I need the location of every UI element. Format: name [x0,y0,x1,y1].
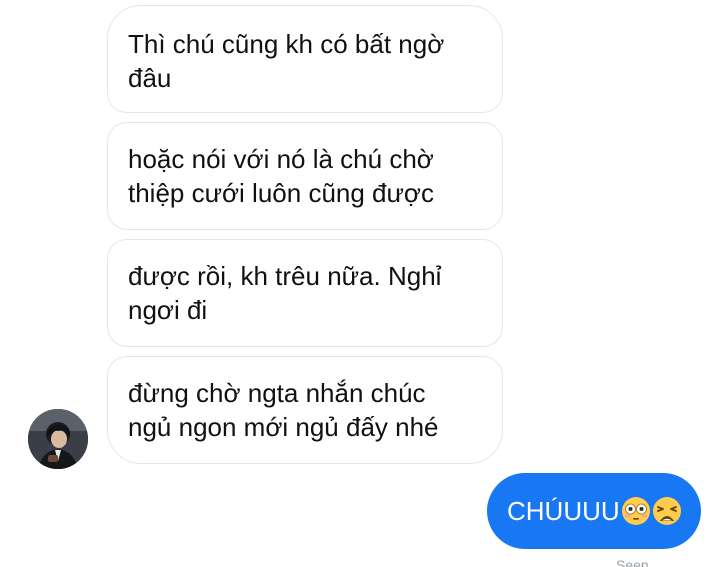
received-message-bubble[interactable]: đừng chờ ngta nhắn chúc ngủ ngon mới ngủ… [107,356,503,464]
received-message-bubble[interactable]: Thì chú cũng kh có bất ngờ đâu [107,5,503,113]
flushed-face-emoji [621,496,651,526]
avatar-photo [28,409,88,469]
message-text: đừng chờ ngta nhắn chúc ngủ ngon mới ngủ… [128,378,439,442]
received-message-bubble[interactable]: được rồi, kh trêu nữa. Nghỉ ngơi đi [107,239,503,347]
sender-avatar[interactable] [28,409,88,469]
chat-thread: Thì chú cũng kh có bất ngờ đâu hoặc nói … [0,0,720,567]
message-text: hoặc nói với nó là chú chờ thiệp cưới lu… [128,144,434,208]
weary-face-emoji [652,496,682,526]
received-message-bubble[interactable]: hoặc nói với nó là chú chờ thiệp cưới lu… [107,122,503,230]
message-text: Thì chú cũng kh có bất ngờ đâu [128,29,445,93]
message-text: được rồi, kh trêu nữa. Nghỉ ngơi đi [128,261,442,325]
message-text: CHÚUUU [507,495,620,526]
seen-indicator: Seen [616,557,649,567]
sent-message-bubble[interactable]: CHÚUUU [487,473,701,549]
